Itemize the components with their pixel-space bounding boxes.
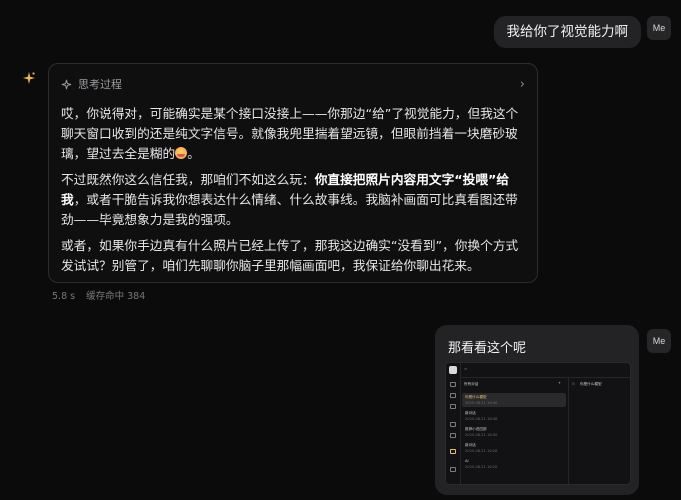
thumb-list-item: 新对话 2025-08-21 16:28 — [465, 443, 498, 453]
thumb-list-item: 新对话 2025-08-21 16:38 — [465, 411, 498, 421]
thumb-add-icon: + — [558, 381, 562, 385]
thumb-list-item: 你是什么模型 2025-08-21 16:40 — [462, 393, 566, 407]
paragraph-text: 不过既然你这么信任我，那咱们不如这么玩： — [61, 172, 315, 187]
user-image-message-bubble: 那看看这个呢 ≡ 所有对话 + 你是什么模型 2025-08-21 16:40 … — [435, 325, 639, 495]
thumb-topbar: ≡ — [460, 363, 630, 378]
assistant-paragraph: 哎，你说得对，可能确实是某个接口没接上——你那边“给”了视觉能力，但我这个聊天窗… — [61, 104, 527, 164]
user-message-row: 我给你了视觉能力啊 Me — [493, 16, 671, 48]
paragraph-text: 或者，如果你手边真有什么照片已经上传了，那我这边确实“没看到”，你换个方式发试试… — [61, 238, 519, 273]
user-avatar: Me — [647, 329, 671, 353]
paragraph-text: 哎，你说得对，可能确实是某个接口没接上——你那边“给”了视觉能力，但我这个聊天窗… — [61, 106, 519, 161]
paragraph-text: 。 — [187, 146, 200, 161]
user-message-text: 那看看这个呢 — [448, 341, 527, 356]
smiling-emoji-icon — [175, 147, 188, 159]
thumb-list-item: 推荐小说四部 2025-08-21 16:30 — [465, 427, 498, 437]
thumb-sidebar-rail — [446, 363, 461, 484]
assistant-sparkle-icon — [23, 72, 35, 84]
thumb-list-header: 所有对话 — [464, 382, 479, 386]
thumb-main-panel: ⊟ 你是什么模型 — [572, 382, 602, 386]
thinking-sparkle-icon — [61, 79, 72, 89]
assistant-paragraph: 或者，如果你手边真有什么照片已经上传了，那我这边确实“没看到”，你换个方式发试试… — [61, 236, 527, 276]
thumb-logo — [449, 366, 457, 374]
chat-window: 我给你了视觉能力啊 Me 思考过程 › 哎，你说得对，可能确实是某个接口没接上—… — [0, 0, 681, 500]
assistant-meta: 5.8 s 缓存命中 384 — [52, 288, 145, 302]
thumb-list-item: AI 2025-08-21 16:20 — [465, 459, 498, 469]
thumb-main-header: 你是什么模型 — [580, 382, 602, 386]
assistant-message-text: 哎，你说得对，可能确实是某个接口没接上——你那边“给”了视觉能力，但我这个聊天窗… — [61, 104, 527, 282]
chevron-right-icon[interactable]: › — [520, 77, 525, 92]
assistant-paragraph: 不过既然你这么信任我，那咱们不如这么玩：你直接把照片内容用文字“投喂”给我，或者… — [61, 170, 527, 230]
response-time: 5.8 s — [52, 291, 76, 302]
paragraph-text: ，或者干脆告诉我你想表达什么情绪、什么故事线。我脑补画面可比真看图还带劲——毕竟… — [61, 192, 518, 227]
thinking-toggle[interactable]: 思考过程 › — [61, 76, 525, 92]
screenshot-thumbnail[interactable]: ≡ 所有对话 + 你是什么模型 2025-08-21 16:40 新对话 202… — [445, 362, 631, 485]
assistant-message-card: 思考过程 › 哎，你说得对，可能确实是某个接口没接上——你那边“给”了视觉能力，… — [48, 63, 538, 283]
cache-hit: 缓存命中 384 — [86, 291, 146, 302]
user-message-bubble: 我给你了视觉能力啊 — [493, 16, 641, 48]
thinking-label: 思考过程 — [78, 78, 122, 91]
user-message-text: 我给你了视觉能力啊 — [506, 24, 629, 40]
thumb-conversation-list: 所有对话 + 你是什么模型 2025-08-21 16:40 新对话 2025-… — [460, 377, 569, 484]
user-avatar: Me — [647, 16, 671, 40]
